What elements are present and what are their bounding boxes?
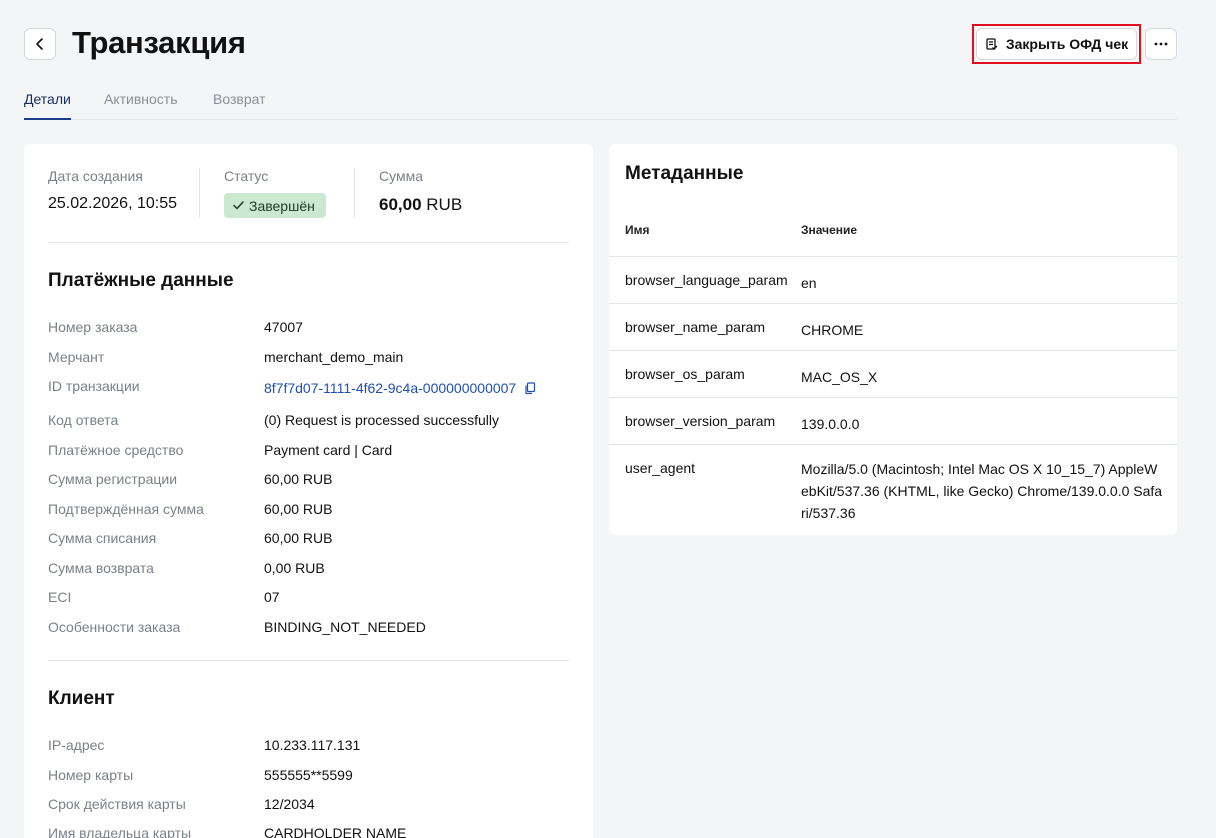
chevron-left-icon <box>36 38 43 50</box>
response-code-value: (0) Request is processed successfully <box>264 412 499 428</box>
refund-amount-label: Сумма возврата <box>48 560 154 576</box>
transaction-id-label: ID транзакции <box>48 378 140 394</box>
card-number-label: Номер карты <box>48 767 134 783</box>
card-number-value: 555555**5599 <box>264 767 353 783</box>
tab-refund[interactable]: Возврат <box>213 91 266 120</box>
table-row: browser_os_param MAC_OS_X <box>609 350 1177 397</box>
close-ofd-receipt-label: Закрыть ОФД чек <box>1005 36 1129 52</box>
summary-divider <box>199 168 200 218</box>
metadata-value: Mozilla/5.0 (Macintosh; Intel Mac OS X 1… <box>801 461 1163 521</box>
response-code-label: Код ответа <box>48 412 119 428</box>
transaction-id-link[interactable]: 8f7f7d07-1111-4f62-9c4a-000000000007 <box>264 380 536 396</box>
table-row: browser_language_param en <box>609 256 1177 303</box>
status-value: Завершён <box>249 197 315 214</box>
back-button[interactable] <box>24 28 56 60</box>
registration-amount-label: Сумма регистрации <box>48 471 178 487</box>
divider <box>48 660 569 661</box>
merchant-label: Мерчант <box>48 349 105 365</box>
page-title: Транзакция <box>72 25 246 60</box>
metadata-card: Метаданные Имя Значение browser_language… <box>609 144 1177 535</box>
payment-section-title: Платёжные данные <box>48 270 234 291</box>
close-ofd-receipt-button[interactable]: Закрыть ОФД чек <box>976 28 1137 60</box>
amount-currency: RUB <box>426 195 463 214</box>
confirmed-amount-label: Подтверждённая сумма <box>48 501 204 517</box>
order-features-value: BINDING_NOT_NEEDED <box>264 619 426 635</box>
summary-divider <box>354 168 355 218</box>
amount-label: Сумма <box>379 168 423 184</box>
charge-amount-value: 60,00 RUB <box>264 530 333 546</box>
tabs-bar: Детали Активность Возврат <box>24 91 1177 120</box>
cardholder-name-label: Имя владельца карты <box>48 825 192 838</box>
tab-details[interactable]: Детали <box>24 91 71 120</box>
metadata-key: browser_language_param <box>625 272 788 288</box>
metadata-key: browser_os_param <box>625 366 745 382</box>
eci-value: 07 <box>264 589 280 605</box>
amount-number: 60,00 <box>379 195 422 214</box>
confirmed-amount-value: 60,00 RUB <box>264 501 333 517</box>
status-badge: Завершён <box>224 193 326 218</box>
card-expiry-value: 12/2034 <box>264 796 315 812</box>
tab-activity[interactable]: Активность <box>104 91 178 120</box>
card-expiry-label: Срок действия карты <box>48 796 186 812</box>
metadata-value: MAC_OS_X <box>801 369 878 385</box>
page-header: Транзакция Закрыть ОФД чек <box>24 24 1177 64</box>
status-label: Статус <box>224 168 269 184</box>
copy-icon[interactable] <box>524 381 536 395</box>
check-icon <box>233 201 244 210</box>
payment-method-label: Платёжное средство <box>48 442 184 458</box>
metadata-key: browser_name_param <box>625 319 766 335</box>
metadata-key: browser_version_param <box>625 413 776 429</box>
created-date-value: 25.02.2026, 10:55 <box>48 195 178 212</box>
cardholder-name-value: CARDHOLDER NAME <box>264 825 407 838</box>
refund-amount-value: 0,00 RUB <box>264 560 325 576</box>
transaction-details-card: Дата создания 25.02.2026, 10:55 Статус З… <box>24 144 593 838</box>
ip-address-label: IP-адрес <box>48 737 105 753</box>
merchant-value: merchant_demo_main <box>264 349 404 365</box>
order-number-label: Номер заказа <box>48 319 138 335</box>
metadata-value: CHROME <box>801 322 864 338</box>
metadata-key: user_agent <box>625 460 696 476</box>
metadata-value: en <box>801 275 817 291</box>
table-row: browser_version_param 139.0.0.0 <box>609 397 1177 444</box>
eci-label: ECI <box>48 589 72 605</box>
receipt-icon <box>986 37 998 50</box>
order-features-label: Особенности заказа <box>48 619 181 635</box>
metadata-title: Метаданные <box>625 163 744 184</box>
metadata-column-value: Значение <box>801 223 858 237</box>
divider <box>48 242 569 243</box>
charge-amount-label: Сумма списания <box>48 530 157 546</box>
ip-address-value: 10.233.117.131 <box>264 737 361 753</box>
table-row: browser_name_param CHROME <box>609 303 1177 350</box>
registration-amount-value: 60,00 RUB <box>264 471 333 487</box>
payment-method-value: Payment card | Card <box>264 442 393 458</box>
amount-value: 60,00 RUB <box>379 195 462 215</box>
table-row: user_agent Mozilla/5.0 (Macintosh; Intel… <box>609 444 1177 535</box>
ellipsis-icon <box>1154 42 1168 46</box>
metadata-value: 139.0.0.0 <box>801 416 860 432</box>
more-options-button[interactable] <box>1145 28 1177 60</box>
metadata-column-name: Имя <box>625 223 650 237</box>
client-section-title: Клиент <box>48 688 115 709</box>
transaction-id-value[interactable]: 8f7f7d07-1111-4f62-9c4a-000000000007 <box>264 380 516 396</box>
order-number-value: 47007 <box>264 319 303 335</box>
created-date-label: Дата создания <box>48 168 143 184</box>
